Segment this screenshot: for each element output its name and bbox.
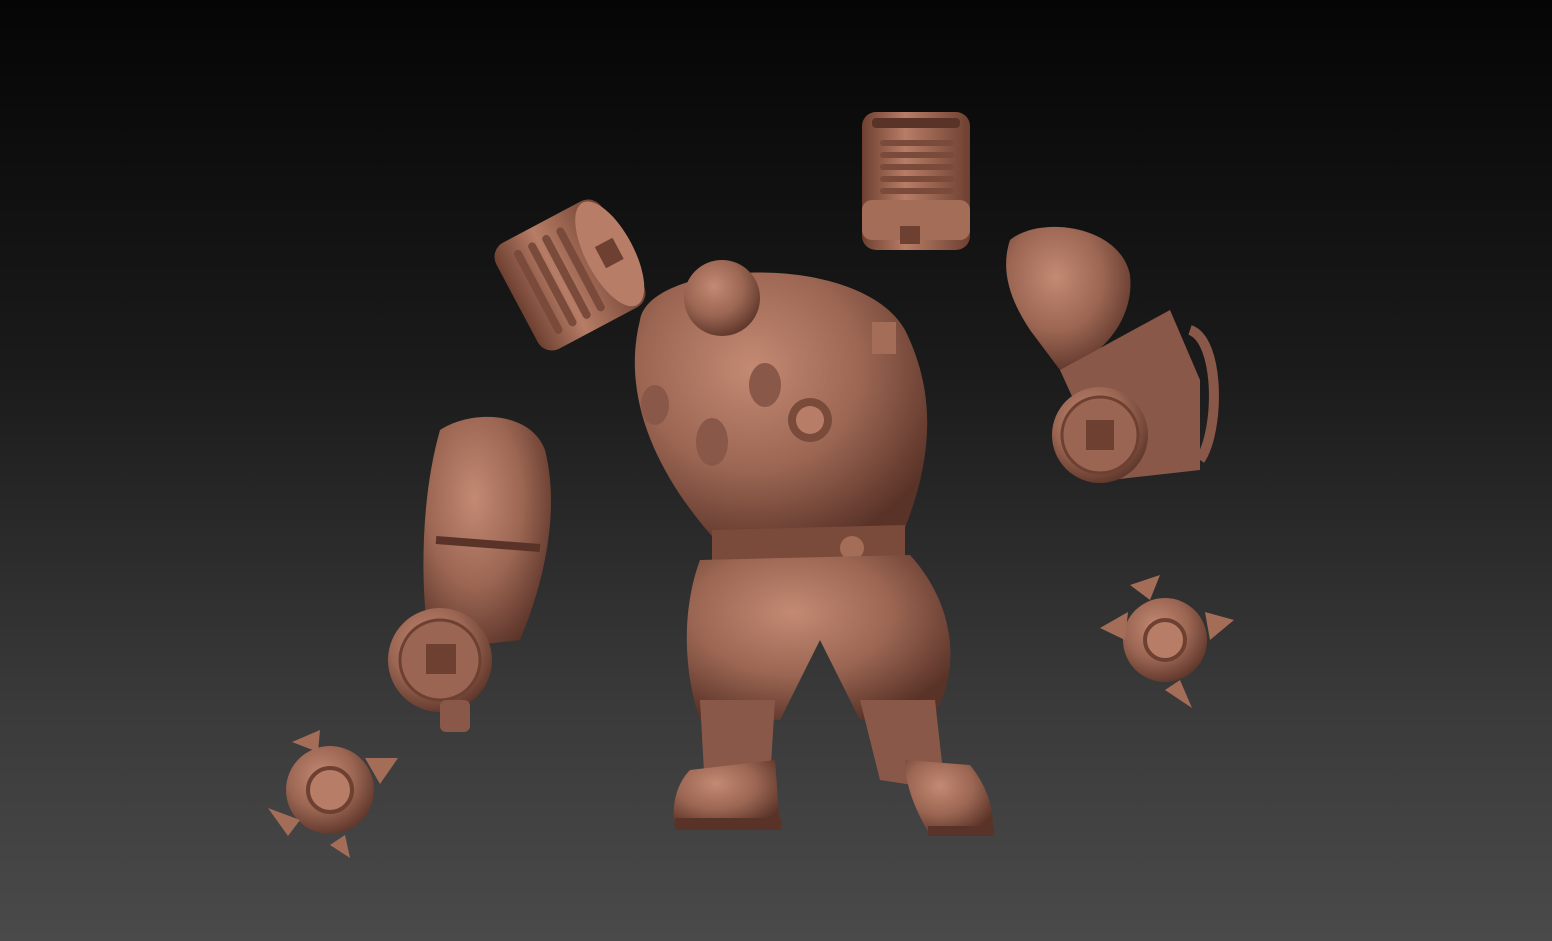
sculpt-scene [268, 112, 1234, 858]
claw-piece-right[interactable] [1100, 575, 1234, 708]
torso-with-legs[interactable] [634, 260, 994, 836]
canister-top[interactable] [862, 112, 970, 250]
canister-left[interactable] [489, 190, 659, 357]
claw-piece-left[interactable] [268, 730, 398, 858]
left-arm-cannon[interactable] [388, 416, 551, 732]
right-arm-cannon[interactable] [1006, 226, 1219, 483]
3d-viewport[interactable] [0, 0, 1552, 941]
